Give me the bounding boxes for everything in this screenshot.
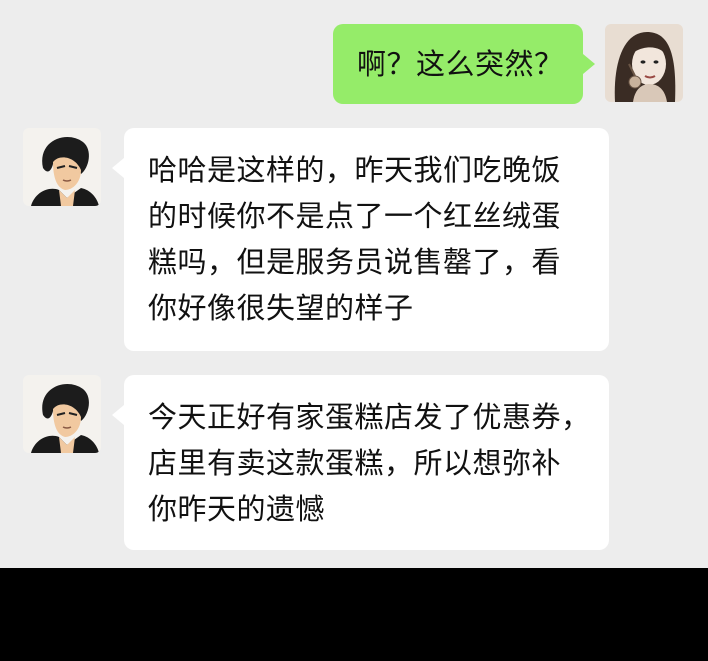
male-avatar-icon[interactable] — [23, 128, 101, 206]
bubble-tail — [112, 158, 124, 178]
message-text-line: 店里有卖这款蛋糕，所以想弥补 — [148, 446, 562, 480]
bottom-black-bar — [0, 568, 708, 661]
message-text-line: 的时候你不是点了一个红丝绒蛋 — [148, 199, 562, 233]
message-bubble-outgoing[interactable]: 啊？这么突然？ — [333, 24, 583, 104]
message-text-line: 哈哈是这样的，昨天我们吃晚饭 — [148, 153, 562, 187]
message-text-line: 今天正好有家蛋糕店发了优惠券， — [148, 400, 591, 434]
bubble-tail — [583, 54, 595, 74]
female-avatar-icon[interactable] — [605, 24, 683, 102]
chat-area: 啊？这么突然？ 哈哈是这样的，昨天我们吃晚饭 的时候你不是点了一个红丝绒蛋 糕吗… — [0, 0, 708, 568]
message-text-line: 你昨天的遗憾 — [148, 492, 326, 526]
message-text-line: 你好像很失望的样子 — [148, 291, 414, 325]
message-bubble-incoming[interactable]: 哈哈是这样的，昨天我们吃晚饭 的时候你不是点了一个红丝绒蛋 糕吗，但是服务员说售… — [124, 128, 609, 351]
message-bubble-incoming[interactable]: 今天正好有家蛋糕店发了优惠券， 店里有卖这款蛋糕，所以想弥补 你昨天的遗憾 — [124, 375, 609, 550]
bubble-tail — [112, 405, 124, 425]
male-avatar-icon[interactable] — [23, 375, 101, 453]
message-text-line: 啊？这么突然？ — [357, 47, 564, 81]
message-text-line: 糕吗，但是服务员说售罄了，看 — [148, 245, 562, 279]
